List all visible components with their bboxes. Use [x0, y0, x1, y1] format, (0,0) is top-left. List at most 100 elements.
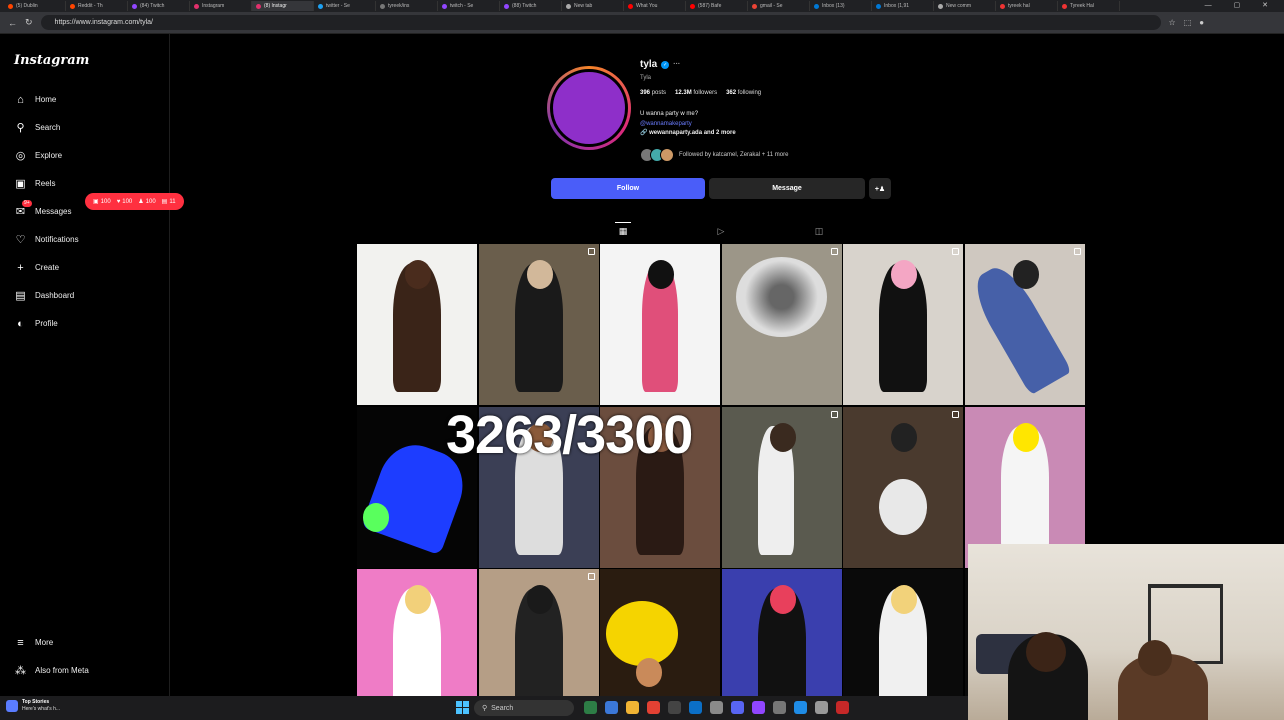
address-bar[interactable]: https://www.instagram.com/tyla/	[40, 15, 1161, 30]
sidebar-item-notifications[interactable]: ♡ Notifications	[14, 233, 79, 246]
sidebar-item-explore[interactable]: ◎ Explore	[14, 149, 62, 162]
app-icon[interactable]	[626, 701, 639, 714]
more-options-icon[interactable]: ···	[673, 61, 680, 68]
browser-tab[interactable]: New comm	[934, 1, 996, 11]
profile-stats: 396 posts 12.3M followers 362 following	[640, 90, 761, 96]
browser-tab[interactable]: twitter - Se	[314, 1, 376, 11]
post-thumbnail[interactable]	[357, 244, 477, 405]
bio-mention-link[interactable]: @wannamakeparty	[640, 120, 736, 130]
app-icon[interactable]	[605, 701, 618, 714]
sidebar-item-more[interactable]: ≡ More	[14, 636, 53, 649]
browser-tab[interactable]: gmail - Se	[748, 1, 810, 11]
app-icon[interactable]	[836, 701, 849, 714]
windows-start-icon[interactable]	[456, 701, 469, 714]
tab-label: gmail - Se	[760, 3, 783, 9]
post-thumbnail[interactable]	[721, 569, 842, 696]
profile-username: tyla	[640, 59, 658, 70]
profile-avatar[interactable]	[547, 66, 631, 150]
app-icon[interactable]	[815, 701, 828, 714]
refresh-icon[interactable]: ↻	[25, 17, 33, 28]
app-icon[interactable]	[710, 701, 723, 714]
follow-button[interactable]: Follow	[551, 178, 705, 199]
sidebar-item-also-from-meta[interactable]: ⁂ Also from Meta	[14, 664, 89, 677]
app-icon[interactable]	[794, 701, 807, 714]
tab-favicon-icon	[876, 3, 881, 9]
sidebar-item-label: Create	[35, 263, 60, 272]
notification-summary-pill[interactable]: ▣ 100 ♥ 100 ♟ 100 ▤ 11	[85, 193, 184, 210]
taskbar-search[interactable]: ⚲ Search	[474, 700, 574, 716]
tab-favicon-icon	[380, 3, 385, 9]
browser-tab[interactable]: Reddit - Th	[66, 1, 128, 11]
browser-tab[interactable]: New tab	[562, 1, 624, 11]
browser-tab[interactable]: Instagram	[190, 1, 252, 11]
browser-tab[interactable]: Inbox (13)	[810, 1, 872, 11]
tab-posts[interactable]: ▦	[615, 222, 631, 240]
sidebar-item-home[interactable]: ⌂ Home	[14, 93, 56, 106]
message-button[interactable]: Message	[709, 178, 865, 199]
browser-tab[interactable]: (84) Twitch	[128, 1, 190, 11]
tab-tagged[interactable]: ◫	[811, 222, 827, 240]
news-widget[interactable]: Top Stories Here's what's h...	[6, 699, 60, 713]
extensions-icon[interactable]: ⬚	[1184, 18, 1192, 27]
app-icon[interactable]	[668, 701, 681, 714]
meta-icon: ⁂	[15, 665, 26, 677]
tab-favicon-icon	[628, 3, 633, 9]
post-thumbnail[interactable]	[721, 244, 842, 405]
tab-favicon-icon	[70, 3, 75, 9]
followed-by[interactable]: Followed by katcamel, Zerakal + 11 more	[640, 148, 788, 162]
followers-stat[interactable]: 12.3M followers	[675, 90, 717, 96]
post-thumbnail[interactable]	[600, 569, 720, 696]
instagram-logo[interactable]: Instagram	[14, 53, 89, 68]
sidebar-item-messages[interactable]: ✉ 9+ Messages	[14, 200, 71, 218]
sidebar-item-dashboard[interactable]: ▤ Dashboard	[14, 289, 74, 302]
post-thumbnail[interactable]	[964, 244, 1085, 405]
app-icon[interactable]	[689, 701, 702, 714]
browser-tab[interactable]: (8) Instagr	[252, 1, 314, 11]
sidebar-item-label: Search	[35, 123, 61, 132]
browser-tab[interactable]: (5) Dublin	[4, 1, 66, 11]
app-icon[interactable]	[731, 701, 744, 714]
browser-tab[interactable]: Inbox (1,91	[872, 1, 934, 11]
browser-tab[interactable]: (587) Bafe	[686, 1, 748, 11]
browser-tab[interactable]: Tyreek Hal	[1058, 1, 1120, 11]
browser-tab[interactable]: tyreek hal	[996, 1, 1058, 11]
browser-tab[interactable]: tyreek/ins	[376, 1, 438, 11]
suggested-users-button[interactable]: +♟	[869, 178, 891, 199]
reels-icon: ▣	[15, 178, 26, 190]
tab-favicon-icon	[8, 3, 13, 9]
post-thumbnail[interactable]	[478, 569, 599, 696]
following-stat[interactable]: 362 following	[726, 90, 761, 96]
post-thumbnail[interactable]	[357, 569, 477, 696]
search-icon: ⚲	[482, 705, 488, 712]
webcam-overlay	[968, 544, 1284, 720]
post-thumbnail[interactable]	[600, 244, 720, 405]
post-thumbnail[interactable]	[843, 244, 963, 405]
app-icon[interactable]	[647, 701, 660, 714]
app-icon[interactable]	[752, 701, 765, 714]
post-thumbnail[interactable]	[843, 569, 963, 696]
sidebar-item-reels[interactable]: ▣ Reels	[14, 177, 55, 190]
browser-tab[interactable]: (88) Twitch	[500, 1, 562, 11]
browser-tab[interactable]: What You	[624, 1, 686, 11]
app-icon[interactable]	[584, 701, 597, 714]
carousel-icon	[952, 248, 959, 255]
sidebar-item-profile[interactable]: ◐ Profile	[14, 317, 58, 330]
sidebar-item-search[interactable]: ⚲ Search	[14, 121, 60, 134]
tab-reels[interactable]: ▷	[713, 222, 729, 240]
post-thumbnail[interactable]	[478, 244, 599, 405]
carousel-icon	[830, 410, 838, 418]
sidebar-item-create[interactable]: + Create	[14, 261, 59, 274]
app-icon[interactable]	[773, 701, 786, 714]
tab-favicon-icon	[132, 3, 137, 9]
profile-content-tabs: ▦ ▷ ◫	[357, 222, 1085, 240]
post-thumbnail[interactable]	[843, 406, 963, 568]
post-thumbnail[interactable]	[721, 406, 842, 568]
browser-profile-icon[interactable]: ●	[1199, 18, 1204, 27]
bio-website-link[interactable]: 🔗 wewannaparty.ada and 2 more	[640, 129, 736, 139]
browser-tab[interactable]: twitch - Se	[438, 1, 500, 11]
back-icon[interactable]: ←	[8, 18, 17, 28]
tab-label: What You	[636, 3, 658, 9]
profile-full-name: Tyla	[640, 75, 652, 81]
star-icon[interactable]: ☆	[1169, 18, 1176, 27]
window-controls[interactable]: — ▢ ✕	[1205, 1, 1278, 9]
